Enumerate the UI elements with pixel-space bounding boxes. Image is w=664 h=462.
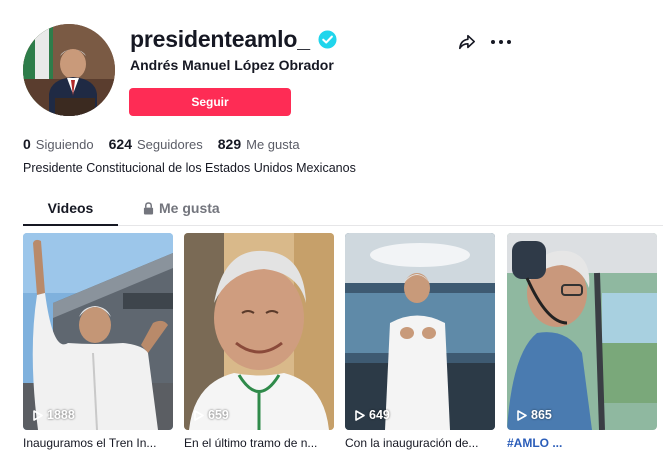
view-count-value: 865 xyxy=(531,408,552,422)
tab-videos[interactable]: Videos xyxy=(23,200,118,226)
bio: Presidente Constitucional de los Estados… xyxy=(23,161,356,175)
share-icon[interactable] xyxy=(458,33,476,51)
view-count: 659 xyxy=(194,408,229,422)
play-icon xyxy=(355,409,365,421)
profile-stats: 0 Siguiendo 624 Seguidores 829 Me gusta xyxy=(23,136,300,152)
tab-liked-label: Me gusta xyxy=(159,200,220,216)
username: presidenteamlo_ xyxy=(130,26,310,52)
play-icon xyxy=(517,409,527,421)
video-thumbnail[interactable]: 1888 xyxy=(23,233,173,430)
play-icon xyxy=(194,409,204,421)
video-card[interactable]: 1888 Inauguramos el Tren In... xyxy=(23,233,173,450)
video-thumbnail-image xyxy=(345,233,495,430)
likes-label: Me gusta xyxy=(246,137,300,152)
view-count-value: 1888 xyxy=(47,408,75,422)
video-caption[interactable]: En el último tramo de n... xyxy=(184,436,334,450)
likes-count: 829 xyxy=(217,136,242,152)
lock-icon xyxy=(143,202,154,215)
view-count-value: 659 xyxy=(208,408,229,422)
view-count: 649 xyxy=(355,408,390,422)
video-caption[interactable]: Inauguramos el Tren In... xyxy=(23,436,173,450)
display-name: Andrés Manuel López Obrador xyxy=(130,57,334,73)
video-caption[interactable]: Con la inauguración de... xyxy=(345,436,495,450)
avatar[interactable] xyxy=(23,24,115,116)
following-label: Siguiendo xyxy=(35,137,94,152)
video-thumbnail-image xyxy=(507,233,657,430)
video-thumbnail[interactable]: 659 xyxy=(184,233,334,430)
verified-badge-icon xyxy=(318,30,337,49)
video-thumbnail-image xyxy=(184,233,334,430)
play-icon xyxy=(33,409,43,421)
video-card[interactable]: 659 En el último tramo de n... xyxy=(184,233,334,450)
video-card[interactable]: 649 Con la inauguración de... xyxy=(345,233,495,450)
view-count: 865 xyxy=(517,408,552,422)
username-row: presidenteamlo_ xyxy=(130,26,337,53)
view-count-value: 649 xyxy=(369,408,390,422)
video-thumbnail[interactable]: 649 xyxy=(345,233,495,430)
more-options-icon[interactable] xyxy=(491,33,511,51)
followers-stat[interactable]: 624 Seguidores xyxy=(109,136,203,152)
video-thumbnail[interactable]: 865 xyxy=(507,233,657,430)
followers-count: 624 xyxy=(108,136,132,152)
followers-label: Seguidores xyxy=(136,137,203,152)
likes-stat: 829 Me gusta xyxy=(218,136,300,152)
video-card[interactable]: 865 #AMLO ... xyxy=(507,233,657,450)
video-caption[interactable]: #AMLO ... xyxy=(507,436,657,450)
following-stat[interactable]: 0 Siguiendo xyxy=(23,136,94,152)
video-thumbnail-image xyxy=(23,233,173,430)
view-count: 1888 xyxy=(33,408,75,422)
tab-videos-label: Videos xyxy=(47,200,94,216)
follow-button[interactable]: Seguir xyxy=(129,88,291,116)
tab-liked[interactable]: Me gusta xyxy=(143,200,220,226)
profile-tabs: Videos Me gusta xyxy=(23,196,663,226)
following-count: 0 xyxy=(23,136,31,152)
avatar-image xyxy=(23,24,115,116)
